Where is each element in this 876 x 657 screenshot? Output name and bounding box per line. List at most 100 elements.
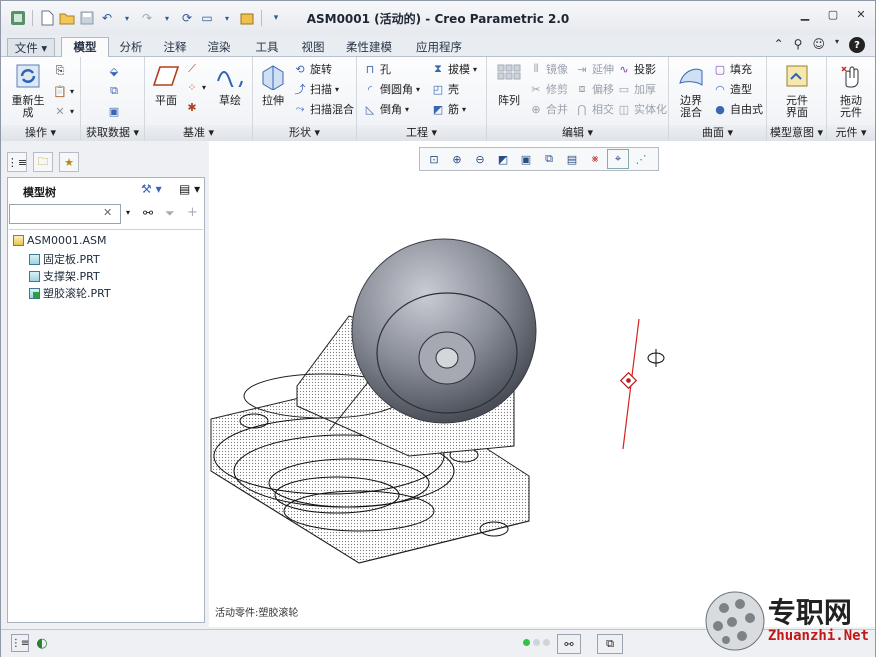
delete-button[interactable]: ✕ ▾: [53, 103, 74, 119]
datum-axis[interactable]: [619, 318, 640, 450]
tab-render[interactable]: 渲染: [201, 38, 237, 57]
repaint-icon[interactable]: ◩: [492, 149, 514, 169]
style-button[interactable]: ◠ 造型: [713, 81, 752, 97]
tab-tools[interactable]: 工具: [249, 38, 285, 57]
rib-button[interactable]: ◩ 筋 ▾: [431, 101, 466, 117]
sweep-button[interactable]: ⤴ 扫描 ▾: [293, 81, 340, 97]
group-label-shape[interactable]: 形状 ▾: [253, 125, 356, 141]
copy-geometry-button[interactable]: ⧉: [107, 83, 121, 99]
swept-blend-button[interactable]: ⤳ 扫描混合: [293, 101, 354, 117]
collapse-ribbon-icon[interactable]: ⌃: [774, 37, 784, 53]
extrude-button[interactable]: 拉伸: [257, 61, 289, 107]
plastic-roller-part[interactable]: [351, 238, 537, 424]
solidify-button[interactable]: ◫ 实体化: [617, 101, 667, 117]
group-label-surfaces[interactable]: 曲面 ▾: [669, 125, 766, 141]
help-icon[interactable]: ?: [849, 37, 865, 53]
fill-button[interactable]: ▢ 填充: [713, 61, 752, 77]
saved-orientations-icon[interactable]: ⧉: [538, 149, 560, 169]
tab-analysis[interactable]: 分析: [113, 38, 149, 57]
tab-view[interactable]: 视图: [295, 38, 331, 57]
model-viewport[interactable]: [209, 171, 875, 611]
group-label-engineering[interactable]: 工程 ▾: [357, 125, 486, 141]
favorites-tab-icon[interactable]: ★: [59, 152, 79, 172]
group-label-editing[interactable]: 编辑 ▾: [487, 125, 668, 141]
refit-icon[interactable]: ⊡: [423, 149, 445, 169]
user-defined-feature-button[interactable]: ⬙: [107, 63, 121, 79]
tab-model[interactable]: 模型: [61, 37, 109, 58]
filter-icon[interactable]: ⏷: [165, 206, 175, 221]
freestyle-button[interactable]: ● 自由式: [713, 101, 763, 117]
minimize-icon[interactable]: ▁: [797, 7, 813, 21]
round-button[interactable]: ◜ 倒圆角 ▾: [363, 81, 420, 97]
tab-annotate[interactable]: 注释: [157, 38, 193, 57]
selection-filter-icon[interactable]: ⧉: [597, 634, 623, 654]
undo-dropdown-icon[interactable]: ▾: [118, 9, 136, 27]
spin-center-icon[interactable]: ⌖: [607, 149, 629, 169]
close-window-icon[interactable]: [238, 9, 256, 27]
shrinkwrap-button[interactable]: ▣: [107, 103, 121, 119]
folder-browser-tab-icon[interactable]: 🗀: [33, 152, 53, 172]
search-dropdown-icon[interactable]: ▾: [126, 208, 130, 217]
trim-button[interactable]: ✂ 修剪: [529, 81, 568, 97]
find-icon[interactable]: ⚯: [557, 634, 581, 654]
redo-icon[interactable]: ↷: [138, 9, 156, 27]
axis-button[interactable]: ⟋: [185, 61, 199, 77]
revolve-button[interactable]: ⟲ 旋转: [293, 61, 332, 77]
regenerate-button[interactable]: 重新生成: [7, 61, 49, 119]
display-style-icon[interactable]: ▣: [515, 149, 537, 169]
redo-dropdown-icon[interactable]: ▾: [158, 9, 176, 27]
open-folder-icon[interactable]: [58, 9, 76, 27]
tab-applications[interactable]: 应用程序: [409, 38, 469, 57]
sketch-button[interactable]: 草绘: [213, 61, 247, 107]
offset-button[interactable]: ⧈ 偏移: [575, 81, 615, 97]
project-button[interactable]: ∿ 投影: [617, 61, 656, 77]
maximize-icon[interactable]: ▢: [825, 7, 841, 21]
app-icon[interactable]: [9, 9, 27, 27]
group-label-operations[interactable]: 操作 ▾: [1, 125, 80, 141]
point-button[interactable]: ⁘ ▾: [185, 79, 206, 95]
datum-display-icon[interactable]: ⨳: [584, 149, 606, 169]
annotation-display-icon[interactable]: ⋰: [630, 149, 652, 169]
view-manager-icon[interactable]: ▤: [561, 149, 583, 169]
plane-button[interactable]: 平面: [151, 61, 181, 107]
show-browser-icon[interactable]: ◐: [33, 634, 51, 652]
extend-button[interactable]: ⇥ 延伸: [575, 61, 614, 77]
tab-flexible-modeling[interactable]: 柔性建模: [339, 38, 399, 57]
thicken-button[interactable]: ▭ 加厚: [617, 81, 656, 97]
search-icon[interactable]: ⚲: [794, 37, 803, 53]
add-icon[interactable]: +: [187, 205, 198, 220]
tree-node-part[interactable]: 支撑架.PRT: [29, 268, 100, 284]
tree-node-part-active[interactable]: 塑胶滚轮.PRT: [29, 285, 111, 301]
group-label-get-data[interactable]: 获取数据 ▾: [81, 125, 144, 141]
paste-button[interactable]: 📋 ▾: [53, 83, 74, 99]
tab-file[interactable]: 文件 ▾: [7, 38, 55, 57]
group-label-model-intent[interactable]: 模型意图 ▾: [767, 125, 826, 141]
regenerate-icon[interactable]: ⟳: [178, 9, 196, 27]
draft-button[interactable]: ⧗ 拔模 ▾: [431, 61, 477, 77]
clear-search-icon[interactable]: ✕: [103, 206, 112, 219]
merge-button[interactable]: ⊕ 合并: [529, 101, 568, 117]
save-icon[interactable]: [78, 9, 96, 27]
new-file-icon[interactable]: [38, 9, 56, 27]
intersect-button[interactable]: ⋂ 相交: [575, 101, 614, 117]
dropdown-icon[interactable]: ▾: [835, 37, 839, 53]
component-interface-button[interactable]: 元件界面: [777, 61, 817, 119]
tree-settings-icon[interactable]: ⚒ ▾: [141, 182, 162, 196]
pattern-button[interactable]: 阵列: [491, 61, 527, 107]
copy-button[interactable]: ⎘: [53, 63, 67, 79]
show-navigator-icon[interactable]: ⋮≡: [11, 634, 29, 652]
close-icon[interactable]: ✕: [853, 7, 869, 21]
model-tree-tab-icon[interactable]: ⋮≡: [7, 152, 27, 172]
windows-icon[interactable]: ▭: [198, 9, 216, 27]
find-icon[interactable]: ⚯: [143, 206, 153, 220]
boundary-blend-button[interactable]: 边界混合: [673, 61, 709, 119]
tree-filter-icon[interactable]: ▤ ▾: [179, 182, 200, 196]
group-label-component[interactable]: 元件 ▾: [827, 125, 875, 141]
drag-components-button[interactable]: 拖动元件: [831, 61, 871, 119]
community-icon[interactable]: ☺: [812, 37, 825, 53]
zoom-out-icon[interactable]: ⊖: [469, 149, 491, 169]
group-label-datum[interactable]: 基准 ▾: [145, 125, 252, 141]
undo-icon[interactable]: ↶: [98, 9, 116, 27]
hole-button[interactable]: ⊓ 孔: [363, 61, 391, 77]
mirror-button[interactable]: ⫴ 镜像: [529, 61, 568, 77]
